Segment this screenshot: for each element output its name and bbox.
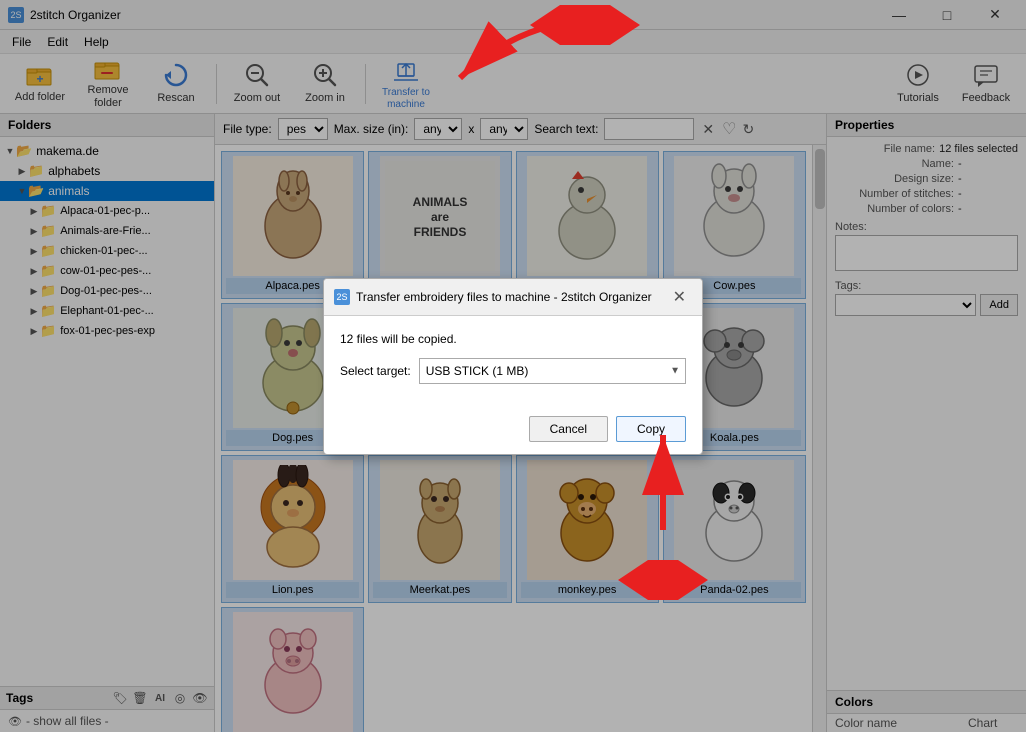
modal-overlay: 2S Transfer embroidery files to machine … [0, 0, 1026, 732]
cancel-button[interactable]: Cancel [529, 416, 608, 442]
modal-app-icon: 2S [334, 289, 350, 305]
target-select[interactable]: USB STICK (1 MB) [419, 358, 686, 384]
target-select-wrapper: USB STICK (1 MB) ▼ [419, 358, 686, 384]
modal-close-button[interactable]: ✕ [667, 285, 692, 309]
modal-titlebar: 2S Transfer embroidery files to machine … [324, 279, 702, 316]
copy-button[interactable]: Copy [616, 416, 686, 442]
modal-title: Transfer embroidery files to machine - 2… [356, 290, 652, 304]
modal-title-left: 2S Transfer embroidery files to machine … [334, 289, 652, 305]
modal-target-field: Select target: USB STICK (1 MB) ▼ [340, 358, 686, 384]
modal-dialog: 2S Transfer embroidery files to machine … [323, 278, 703, 455]
modal-footer: Cancel Copy [324, 416, 702, 454]
modal-body: 12 files will be copied. Select target: … [324, 316, 702, 416]
select-target-label: Select target: [340, 364, 411, 378]
modal-info-text: 12 files will be copied. [340, 332, 686, 346]
